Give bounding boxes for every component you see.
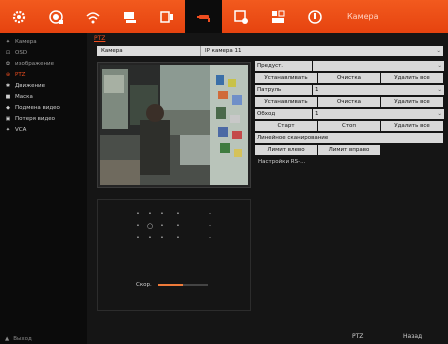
down-arrow-icon[interactable]: • bbox=[148, 236, 152, 241]
chevron-down-icon: ⌄ bbox=[437, 86, 442, 93]
camera-row: Камера IP камера 11 ⌄ bbox=[97, 46, 443, 56]
pattern-start-button[interactable]: Старт bbox=[255, 120, 317, 131]
left-limit-button[interactable]: Лимит влево bbox=[255, 144, 317, 155]
chevron-down-icon: ⌄ bbox=[437, 62, 442, 69]
sidebar-item-osd[interactable]: ⊡ OSD bbox=[0, 47, 87, 58]
sidebar-item-image[interactable]: ✿ изображение bbox=[0, 58, 87, 69]
image-icon: ✿ bbox=[5, 60, 11, 67]
sidebar-item-label: изображение bbox=[15, 60, 55, 67]
sidebar-item-label: Камера bbox=[15, 38, 37, 45]
iris-close-icon[interactable]: - bbox=[208, 236, 212, 241]
video-loss-icon: ▣ bbox=[5, 115, 11, 122]
ptz-direction-pad: • • • • - • ○ • • - • • • • - bbox=[136, 212, 216, 256]
zoom-out-icon[interactable]: - bbox=[208, 212, 212, 217]
up-arrow-icon[interactable]: • bbox=[148, 212, 152, 217]
camera-select-value: IP камера 11 bbox=[205, 48, 242, 54]
sidebar-item-video-loss[interactable]: ▣ Потеря видео bbox=[0, 113, 87, 124]
pattern-value: 1 bbox=[315, 110, 319, 117]
ptz-settings-panel: Предуст. ⌄ Устанавливать Очистка Удалить… bbox=[255, 60, 444, 168]
speed-slider[interactable] bbox=[158, 284, 208, 286]
camera-select[interactable]: IP камера 11 ⌄ bbox=[201, 46, 443, 56]
sidebar-item-label: PTZ bbox=[15, 71, 26, 78]
mask-icon: ■ bbox=[5, 93, 11, 100]
iris-open-icon[interactable]: • bbox=[176, 236, 180, 241]
left-arrow-icon[interactable]: • bbox=[136, 224, 140, 229]
preset-delete-all-button[interactable]: Удалить все bbox=[381, 72, 443, 83]
sidebar-item-label: Подмена видео bbox=[15, 104, 60, 111]
focus-far-icon[interactable]: - bbox=[208, 224, 212, 229]
ptz-control-panel: • • • • - • ○ • • - • • • • - Скор. bbox=[97, 199, 251, 311]
pattern-stop-button[interactable]: Стоп bbox=[318, 120, 380, 131]
center-icon[interactable]: ○ bbox=[147, 223, 153, 230]
video-preview-frame bbox=[97, 62, 251, 188]
sidebar-item-label: Потеря видео bbox=[15, 115, 56, 122]
page-title: Камера bbox=[347, 12, 379, 21]
motion-icon: ✱ bbox=[5, 82, 11, 89]
down-right-arrow-icon[interactable]: • bbox=[160, 236, 164, 241]
right-limit-button[interactable]: Лимит вправо bbox=[318, 144, 380, 155]
vca-icon: ✦ bbox=[5, 126, 11, 133]
patrol-delete-all-button[interactable]: Удалить все bbox=[381, 96, 443, 107]
back-button[interactable]: Назад bbox=[403, 333, 422, 340]
sidebar-item-label: Маска bbox=[15, 93, 33, 100]
focus-near-icon[interactable]: • bbox=[176, 224, 180, 229]
up-right-arrow-icon[interactable]: • bbox=[160, 212, 164, 217]
pattern-label: Обход bbox=[255, 108, 312, 119]
sidebar-item-label: Движение bbox=[15, 82, 46, 89]
ptz-icon: ⊕ bbox=[5, 71, 11, 78]
sidebar-item-ptz[interactable]: ⊕ PTZ bbox=[0, 69, 87, 80]
top-toolbar: Камера bbox=[0, 0, 448, 33]
camera-label: Камера bbox=[97, 46, 201, 56]
right-arrow-icon[interactable]: • bbox=[160, 224, 164, 229]
arrow-up-icon: ▲ bbox=[5, 336, 10, 342]
sidebar-item-mask[interactable]: ■ Маска bbox=[0, 91, 87, 102]
display-icon[interactable] bbox=[148, 0, 185, 33]
camera-icon: ✦ bbox=[5, 38, 11, 45]
patrol-set-button[interactable]: Устанавливать bbox=[255, 96, 317, 107]
zoom-in-icon[interactable]: • bbox=[176, 212, 180, 217]
main-panel: PTZ Камера IP камера 11 ⌄ • • • • - • ○ … bbox=[87, 33, 448, 344]
breadcrumb: PTZ bbox=[94, 35, 106, 42]
sidebar-item-vca[interactable]: ✦ VCA bbox=[0, 124, 87, 135]
preset-select[interactable]: ⌄ bbox=[313, 60, 444, 71]
ptz-button[interactable]: PTZ bbox=[352, 333, 363, 340]
patrol-select[interactable]: 1 ⌄ bbox=[313, 84, 444, 95]
speed-label: Скор. bbox=[136, 282, 152, 288]
hdd-icon[interactable] bbox=[222, 0, 259, 33]
sidebar-exit[interactable]: ▲ Выход bbox=[5, 336, 32, 342]
osd-icon: ⊡ bbox=[5, 49, 11, 56]
gear-icon[interactable] bbox=[0, 0, 37, 33]
system-icon[interactable] bbox=[259, 0, 296, 33]
down-left-arrow-icon[interactable]: • bbox=[136, 236, 140, 241]
rs-settings-link[interactable]: Настройки RS-... bbox=[255, 159, 305, 165]
camera-icon[interactable] bbox=[185, 0, 222, 33]
camera-scene-image bbox=[100, 65, 248, 185]
user-icon[interactable] bbox=[111, 0, 148, 33]
patrol-value: 1 bbox=[315, 86, 319, 93]
network-icon[interactable] bbox=[74, 0, 111, 33]
sidebar-item-camera[interactable]: ✦ Камера bbox=[0, 36, 87, 47]
patrol-label: Патруль bbox=[255, 84, 312, 95]
linear-scan-label: Линейное сканирование bbox=[255, 132, 443, 143]
power-icon[interactable] bbox=[296, 0, 333, 33]
pattern-delete-all-button[interactable]: Удалить все bbox=[381, 120, 443, 131]
pattern-select[interactable]: 1 ⌄ bbox=[313, 108, 444, 119]
chevron-down-icon: ⌄ bbox=[437, 110, 442, 117]
preset-set-button[interactable]: Устанавливать bbox=[255, 72, 317, 83]
sidebar: ✦ Камера ⊡ OSD ✿ изображение ⊕ PTZ ✱ Дви… bbox=[0, 33, 87, 344]
exit-label: Выход bbox=[13, 336, 32, 342]
speed-slider-fill bbox=[158, 284, 183, 286]
preset-label: Предуст. bbox=[255, 60, 312, 71]
sidebar-item-label: VCA bbox=[15, 126, 27, 133]
patrol-clear-button[interactable]: Очистка bbox=[318, 96, 380, 107]
sidebar-item-motion[interactable]: ✱ Движение bbox=[0, 80, 87, 91]
up-left-arrow-icon[interactable]: • bbox=[136, 212, 140, 217]
video-preview bbox=[100, 65, 248, 185]
sidebar-item-tamper[interactable]: ◆ Подмена видео bbox=[0, 102, 87, 113]
sidebar-item-label: OSD bbox=[15, 49, 28, 56]
tamper-icon: ◆ bbox=[6, 104, 10, 111]
chevron-down-icon: ⌄ bbox=[436, 48, 441, 54]
record-icon[interactable] bbox=[37, 0, 74, 33]
preset-clear-button[interactable]: Очистка bbox=[318, 72, 380, 83]
